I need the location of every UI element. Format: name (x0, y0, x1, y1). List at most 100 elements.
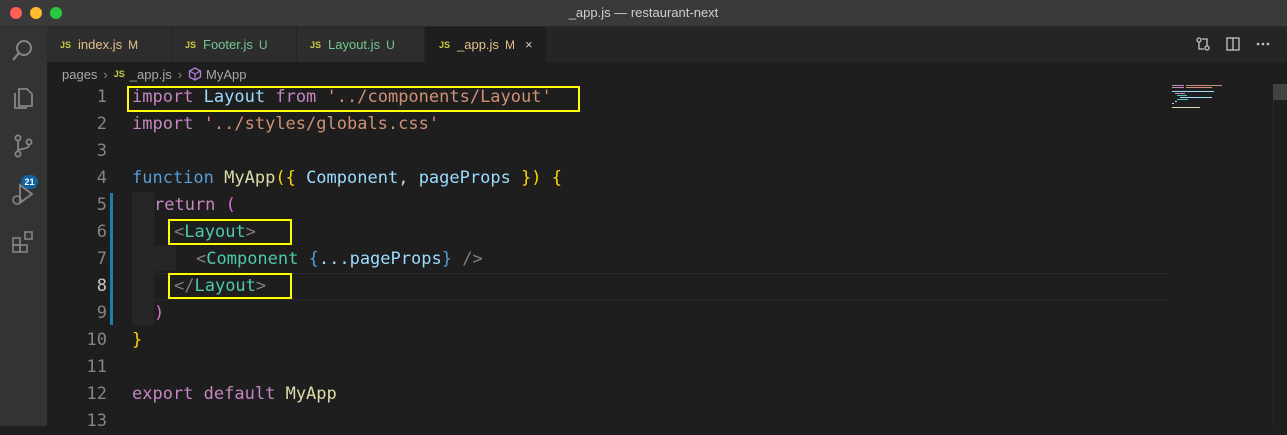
chevron-right-icon: › (103, 66, 108, 82)
token: ) (154, 303, 165, 323)
highlight-box-layout-close (168, 273, 292, 299)
token: { (308, 249, 319, 269)
code-line-2: import '../styles/globals.css' (132, 111, 439, 138)
line-number: 9 (96, 303, 107, 323)
scrollbar-thumb[interactable] (1273, 84, 1287, 100)
token: }) (521, 168, 542, 188)
token: MyApp (224, 168, 276, 188)
line-number: 10 (86, 330, 107, 350)
token: ...pageProps (318, 249, 442, 269)
tab-status: M (128, 37, 139, 52)
extensions-icon[interactable] (6, 225, 40, 259)
editor-tab-bar: JS index.js M JS Footer.js U JS Layout.j… (47, 27, 1287, 62)
line-number: 5 (96, 195, 107, 215)
token: { (551, 168, 563, 188)
minimap-line (1175, 101, 1177, 102)
js-file-icon: JS (113, 69, 125, 79)
token: < (196, 249, 207, 269)
js-file-icon: JS (439, 39, 451, 50)
tab-status: U (258, 37, 268, 52)
token: import (132, 114, 194, 134)
code-line-10: } (132, 327, 142, 354)
line-number: 6 (96, 222, 107, 242)
token: Component (206, 249, 299, 269)
line-number: 13 (86, 411, 107, 431)
tab-label: _app.js (457, 37, 499, 52)
minimap-line (1180, 97, 1212, 98)
window-title: _app.js — restaurant-next (568, 5, 719, 20)
activity-bar: 21 (0, 27, 47, 426)
code-line-5: return ( (154, 192, 236, 219)
search-icon[interactable] (6, 33, 40, 67)
tab-footer-js[interactable]: JS Footer.js U (172, 27, 297, 62)
token: export (132, 384, 194, 404)
title-bar: _app.js — restaurant-next (0, 0, 1287, 27)
minimap-line (1172, 107, 1200, 108)
token: '../styles/globals.css' (203, 114, 440, 134)
minimap-line (1172, 87, 1184, 88)
token: ({ (275, 168, 296, 188)
token: pageProps (418, 168, 511, 188)
code-line-9: ) (154, 300, 164, 327)
git-change-marker (110, 193, 113, 325)
more-actions-icon[interactable] (1255, 36, 1271, 57)
line-number: 11 (86, 357, 107, 377)
token: /> (462, 249, 483, 269)
split-editor-icon[interactable] (1225, 36, 1241, 57)
run-debug-icon[interactable] (6, 177, 40, 211)
token: Component (306, 168, 399, 188)
line-number-gutter: 1 2 3 4 5 6 7 8 9 10 11 12 13 (47, 84, 107, 431)
highlight-box-layout-open (168, 219, 292, 245)
token: ( (225, 195, 236, 215)
line-number: 3 (96, 141, 107, 161)
tab-status: M (504, 37, 515, 52)
token: } (132, 330, 143, 350)
minimap-line (1172, 85, 1184, 86)
minimap-line (1172, 91, 1214, 92)
js-file-icon: JS (185, 39, 197, 50)
line-number: 1 (96, 87, 107, 107)
line-number: 2 (96, 114, 107, 134)
token: return (154, 195, 216, 215)
line-number: 7 (96, 249, 107, 269)
token: , (398, 168, 409, 188)
highlight-box-import-layout (127, 86, 580, 112)
tab-app-js[interactable]: JS _app.js M × (425, 27, 547, 62)
line-number: 12 (86, 384, 107, 404)
close-tab-icon[interactable]: × (525, 37, 533, 52)
token: } (441, 249, 452, 269)
breadcrumb: pages › JS _app.js › MyApp (62, 64, 247, 84)
token: MyApp (285, 384, 337, 404)
line-number: 4 (96, 168, 107, 188)
vertical-scrollbar[interactable] (1273, 84, 1287, 426)
js-file-icon: JS (310, 39, 322, 50)
token: function (132, 168, 214, 188)
minimap-line (1186, 85, 1222, 86)
chevron-right-icon: › (177, 66, 183, 82)
editor-actions (1195, 36, 1271, 57)
symbol-method-icon (188, 67, 202, 81)
breadcrumb-symbol[interactable]: MyApp (206, 67, 246, 82)
tab-label: index.js (78, 37, 123, 52)
token: default (203, 384, 276, 404)
code-editor[interactable]: import Layout from '../components/Layout… (132, 84, 1172, 426)
code-line-12: export default MyApp (132, 381, 337, 408)
line-number-current: 8 (96, 276, 107, 296)
explorer-icon[interactable] (6, 81, 40, 115)
tab-layout-js[interactable]: JS Layout.js U (297, 27, 425, 62)
js-file-icon: JS (60, 39, 72, 50)
minimap-line (1177, 99, 1188, 100)
minimap-line (1177, 95, 1187, 96)
breadcrumb-folder[interactable]: pages (62, 67, 97, 82)
breadcrumb-file[interactable]: _app.js (130, 67, 172, 82)
source-control-icon[interactable] (6, 129, 40, 163)
open-changes-icon[interactable] (1195, 36, 1211, 57)
minimap-line (1175, 93, 1185, 94)
tab-label: Layout.js (328, 37, 381, 52)
code-line-4: function MyApp({ Component, pageProps })… (132, 165, 562, 192)
minimap-line (1172, 103, 1174, 104)
tab-index-js[interactable]: JS index.js M (47, 27, 172, 62)
tab-label: Footer.js (203, 37, 253, 52)
minimap[interactable] (1168, 84, 1273, 426)
tab-status: U (386, 37, 395, 52)
